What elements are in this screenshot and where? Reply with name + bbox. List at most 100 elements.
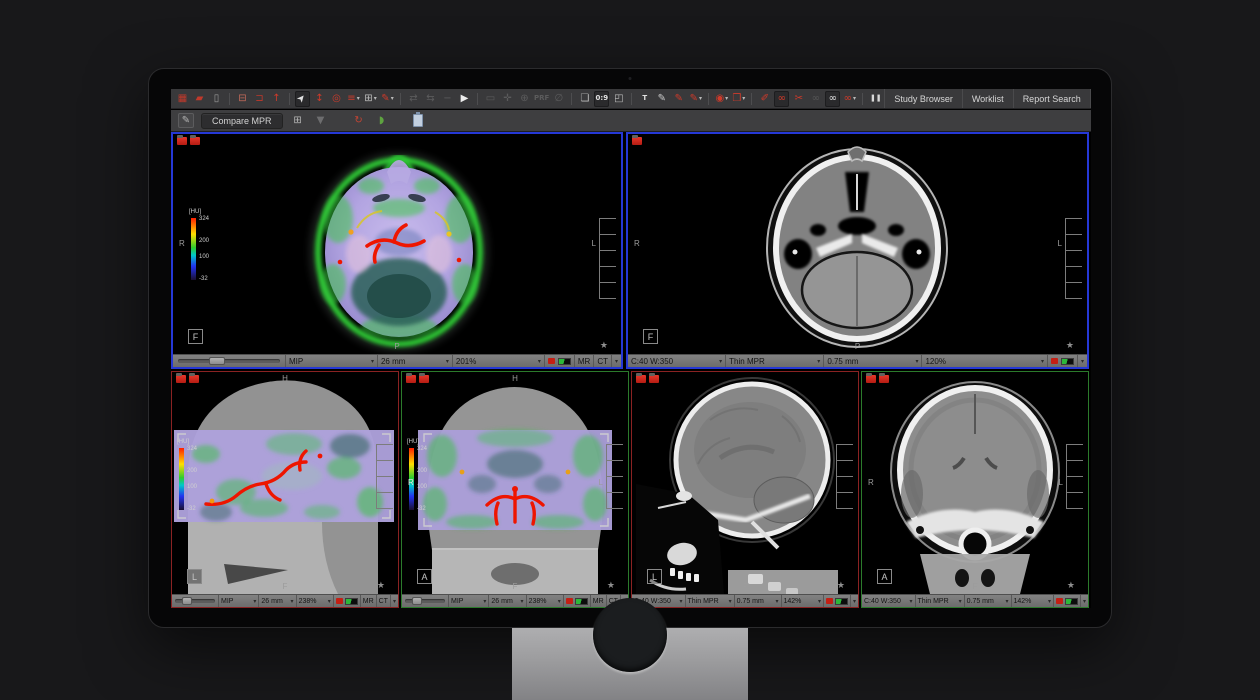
series-icon[interactable] [879,375,889,383]
modality-ct-toggle[interactable]: CT [376,595,390,607]
tile-layout-icon[interactable]: ❏ [577,91,592,107]
link-options-icon[interactable]: ∞▾ [842,91,857,107]
load-series-icon[interactable]: ⊐ [252,91,267,107]
pointer-tool-icon[interactable]: ➤ [295,91,310,107]
layout-tool-icon[interactable]: ⊞▾ [363,91,378,107]
viewport-coronal-ct[interactable]: R L F A ★ C:40 W:350▾ Thin MPR▾ 0.75 mm▾… [861,371,1089,608]
red-flag-icon[interactable] [336,598,343,604]
favorite-star-icon[interactable]: ★ [1066,341,1074,351]
series-panel-icon[interactable]: ⊟ [235,91,250,107]
thickness-dropdown[interactable]: 0.75 mm▾ [823,355,921,367]
series-icon[interactable] [176,375,186,383]
series-icon[interactable] [632,137,642,145]
link-auto-icon[interactable]: ∞ [825,91,840,107]
render-mode-dropdown[interactable]: MIP▾ [448,595,488,607]
layout-edit-icon[interactable]: ⊞ [290,113,306,128]
link-all-icon[interactable]: ∞ [808,91,823,107]
text-annotation-icon[interactable]: T [637,91,652,107]
upload-box-icon[interactable]: ↑ [269,91,284,107]
slider-handle[interactable] [182,597,192,605]
sagittal-ct-image[interactable]: F L ★ [632,372,858,594]
coronal-ct-image[interactable]: R L F A ★ [862,372,1088,594]
bar-menu-button[interactable]: ▾ [1077,355,1087,367]
prf-icon[interactable]: PRF [534,91,549,107]
zoom-dropdown[interactable]: 238%▾ [526,595,563,607]
window-preset-dropdown[interactable]: C:40 W:350▾ [628,355,725,367]
window-preset-dropdown[interactable]: C:40 W:350▾ [862,595,915,607]
save-state-icon[interactable]: ◰ [611,91,626,107]
sagittal-fusion-image[interactable]: [HU] 324 200 100 -32 H F L ★ [172,372,398,594]
rotate-tool-icon[interactable]: ◎ [329,91,344,107]
thickness-dropdown[interactable]: 26 mm▾ [488,595,525,607]
menu-item-simmons[interactable]: SIMMONS [1090,89,1091,108]
unlink-cut-icon[interactable]: ✂ [791,91,806,107]
snapshot-icon[interactable]: ◉▾ [714,91,729,107]
zoom-dropdown[interactable]: 238%▾ [296,595,333,607]
bar-menu-button[interactable]: ▾ [390,595,398,607]
wl-presets-icon[interactable]: ≡▾ [346,91,361,107]
menu-item-study-browser[interactable]: Study Browser [884,89,962,108]
lut-swatch-icon[interactable] [1061,358,1074,365]
open-study-icon[interactable]: ▰ [192,91,207,107]
attach-icon[interactable]: ∅ [551,91,566,107]
thickness-dropdown[interactable]: 0.75 mm▾ [964,595,1011,607]
render-mode-dropdown[interactable]: MIP▾ [218,595,258,607]
series-icon[interactable] [190,137,200,145]
compare-mpr-button[interactable]: Compare MPR [201,113,283,129]
edit-note-icon[interactable]: ✎ [178,113,194,128]
axial-ct-image[interactable]: R L P F ★ [628,134,1087,354]
zoom-dropdown[interactable]: 201%▾ [452,355,544,367]
menu-item-worklist[interactable]: Worklist [962,89,1013,108]
lut-swatch-icon[interactable] [575,598,588,605]
link-series-icon[interactable]: ∞ [774,91,789,107]
slider-handle[interactable] [412,597,422,605]
render-mode-dropdown[interactable]: Thin MPR▾ [725,355,823,367]
leaf-icon[interactable]: ◗ [374,113,390,128]
lut-swatch-icon[interactable] [345,598,358,605]
slider-track[interactable] [175,599,215,603]
viewport-coronal-fusion[interactable]: [HU] 324 200 100 -32 H R L F A ★ [401,371,629,608]
draw-pencil-icon[interactable]: ✎ [654,91,669,107]
series-icon[interactable] [649,375,659,383]
bar-menu-button[interactable]: ▾ [850,595,858,607]
clipboard-icon[interactable] [410,113,426,128]
slice-slider[interactable] [402,595,448,607]
slice-slider[interactable] [172,595,218,607]
favorite-star-icon[interactable]: ★ [600,341,608,351]
modality-ct-toggle[interactable]: CT [593,355,611,367]
viewport-sagittal-ct[interactable]: F L ★ C:40 W:350▾ Thin MPR▾ 0.75 mm▾ 142… [631,371,859,608]
pause-icon[interactable]: ❚❚ [868,91,883,107]
favorite-star-icon[interactable]: ★ [1067,581,1075,591]
red-flag-icon[interactable] [826,598,833,604]
measure-icon[interactable]: ▭ [483,91,498,107]
red-flag-icon[interactable] [548,358,555,364]
render-mode-dropdown[interactable]: Thin MPR▾ [685,595,734,607]
render-mode-dropdown[interactable]: Thin MPR▾ [915,595,964,607]
red-flag-icon[interactable] [1056,598,1063,604]
cine-play-icon[interactable]: ▶ [457,91,472,107]
bar-menu-button[interactable]: ▾ [1080,595,1088,607]
blank-page-icon[interactable]: ▯ [209,91,224,107]
axial-fusion-image[interactable]: [HU] 324 200 100 -32 R L P F ★ [173,134,621,354]
series-icon[interactable] [406,375,416,383]
target-icon[interactable]: ⊕ [517,91,532,107]
viewport-sagittal-fusion[interactable]: [HU] 324 200 100 -32 H F L ★ MIP▾ 26 mm▾ [171,371,399,608]
menu-item-report-search[interactable]: Report Search [1013,89,1090,108]
lut-swatch-icon[interactable] [1065,598,1078,605]
zoom-dropdown[interactable]: 142%▾ [1011,595,1053,607]
draw-red-pencil-icon[interactable]: ✎ [671,91,686,107]
sync-refresh-icon[interactable]: ↻ [351,113,367,128]
viewport-axial-fusion[interactable]: [HU] 324 200 100 -32 R L P F ★ MIP▾ [171,132,623,369]
modality-mr-toggle[interactable]: MR [360,595,376,607]
slider-track[interactable] [405,599,445,603]
crosshair-icon[interactable]: ✛ [500,91,515,107]
marker-tools-icon[interactable]: ✎▾ [688,91,703,107]
series-icon[interactable] [189,375,199,383]
thickness-dropdown[interactable]: 26 mm▾ [377,355,452,367]
series-icon[interactable] [636,375,646,383]
minus-icon[interactable]: − [440,91,455,107]
highlight-pen-icon[interactable]: ✐ [757,91,772,107]
red-flag-icon[interactable] [1051,358,1058,364]
thickness-dropdown[interactable]: 0.75 mm▾ [734,595,781,607]
favorite-star-icon[interactable]: ★ [837,581,845,591]
